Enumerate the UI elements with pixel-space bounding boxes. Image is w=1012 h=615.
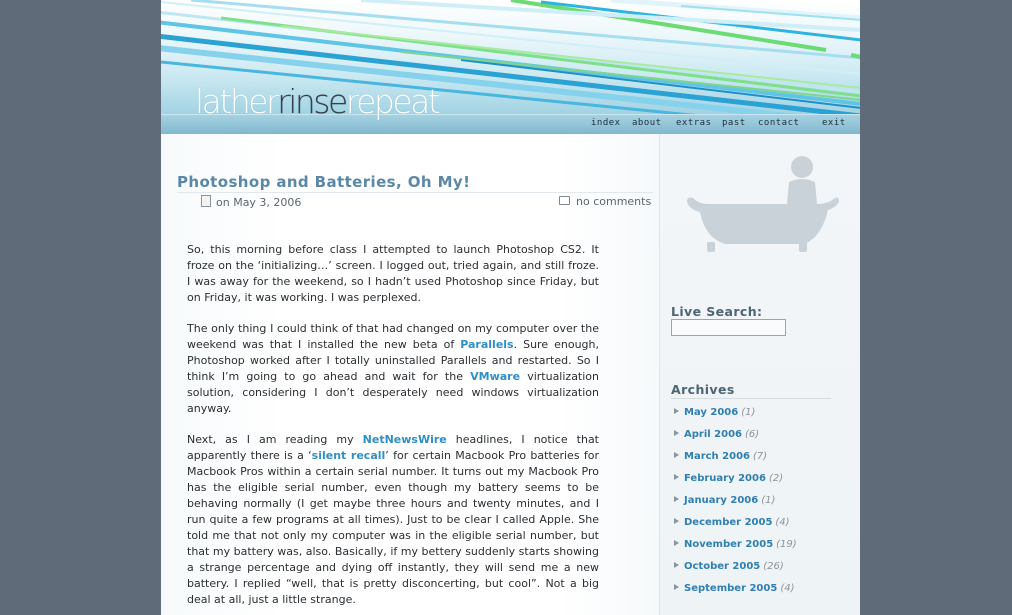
- text: Next, as I am reading my: [187, 433, 363, 446]
- archive-list: May 2006 (1) April 2006 (6) March 2006 (7) …: [674, 406, 797, 604]
- archives-heading: Archives: [671, 382, 735, 397]
- archives-divider: [671, 398, 831, 399]
- bullet-arrow-icon: [674, 584, 679, 590]
- comments-link[interactable]: no comments: [559, 195, 651, 208]
- archive-link[interactable]: March 2006: [684, 451, 750, 462]
- archive-link[interactable]: May 2006: [684, 407, 738, 418]
- archive-item: September 2005 (4): [674, 582, 797, 604]
- post-title[interactable]: Photoshop and Batteries, Oh My!: [177, 173, 470, 191]
- archive-item: February 2006 (2): [674, 472, 797, 494]
- post-paragraph-1: So, this morning before class I attempte…: [187, 243, 599, 304]
- archive-link[interactable]: December 2005: [684, 517, 772, 528]
- bathtub-icon: [687, 156, 839, 252]
- page: latherrinserepeat index about extras pas…: [161, 0, 860, 615]
- link-netnewswire[interactable]: NetNewsWire: [363, 433, 447, 446]
- text: ’ for certain Macbook Pro batteries for …: [187, 449, 599, 606]
- nav-contact[interactable]: contact: [758, 118, 822, 128]
- bullet-arrow-icon: [674, 408, 679, 414]
- comments-count: no comments: [576, 195, 652, 208]
- nav-past[interactable]: past: [722, 118, 758, 128]
- archive-count: (19): [776, 539, 797, 550]
- bullet-arrow-icon: [674, 496, 679, 502]
- bullet-arrow-icon: [674, 452, 679, 458]
- archive-link[interactable]: October 2005: [684, 561, 760, 572]
- logo-text-lather: lather: [195, 82, 280, 121]
- bullet-arrow-icon: [674, 474, 679, 480]
- bullet-arrow-icon: [674, 540, 679, 546]
- link-silent-recall[interactable]: silent recall: [312, 449, 386, 462]
- archive-link[interactable]: September 2005: [684, 583, 777, 594]
- archive-link[interactable]: April 2006: [684, 429, 742, 440]
- sidebar: Live Search: Archives May 2006 (1) April …: [659, 134, 860, 615]
- main-content: Photoshop and Batteries, Oh My! on May 3…: [161, 134, 659, 615]
- archive-count: (1): [761, 495, 776, 506]
- live-search-heading: Live Search:: [671, 304, 763, 319]
- logo-text-repeat: repeat: [345, 82, 441, 121]
- live-search-input[interactable]: [671, 319, 786, 336]
- main-nav: index about extras past contact exit: [591, 118, 852, 128]
- archive-item: November 2005 (19): [674, 538, 797, 560]
- post-date: on May 3, 2006: [216, 196, 302, 209]
- archive-link[interactable]: November 2005: [684, 539, 773, 550]
- archive-item: January 2006 (1): [674, 494, 797, 516]
- archive-count: (1): [741, 407, 756, 418]
- archive-count: (6): [745, 429, 760, 440]
- archive-item: April 2006 (6): [674, 428, 797, 450]
- archive-count: (4): [775, 517, 790, 528]
- title-divider: [177, 192, 653, 193]
- post-paragraph-3: Next, as I am reading my NetNewsWire hea…: [187, 432, 599, 608]
- nav-index[interactable]: index: [591, 118, 632, 128]
- post-meta: on May 3, 2006: [201, 195, 301, 209]
- archive-item: May 2006 (1): [674, 406, 797, 428]
- site-logo[interactable]: latherrinserepeat: [195, 82, 441, 126]
- nav-extras[interactable]: extras: [676, 118, 722, 128]
- site-header: latherrinserepeat index about extras pas…: [161, 0, 860, 134]
- archive-count: (26): [763, 561, 784, 572]
- archive-link[interactable]: February 2006: [684, 473, 766, 484]
- logo-text-rinse: rinse: [277, 82, 348, 121]
- bullet-arrow-icon: [674, 518, 679, 524]
- archive-link[interactable]: January 2006: [684, 495, 758, 506]
- post-body: So, this morning before class I attempte…: [187, 242, 599, 615]
- archive-count: (7): [753, 451, 768, 462]
- document-icon: [201, 195, 211, 207]
- nav-exit[interactable]: exit: [822, 118, 852, 128]
- archive-item: October 2005 (26): [674, 560, 797, 582]
- archive-count: (4): [780, 583, 795, 594]
- comment-bubble-icon: [559, 196, 570, 205]
- link-parallels[interactable]: Parallels: [460, 338, 513, 351]
- archive-item: March 2006 (7): [674, 450, 797, 472]
- bullet-arrow-icon: [674, 430, 679, 436]
- post-paragraph-2: The only thing I could think of that had…: [187, 321, 599, 417]
- archive-count: (2): [768, 473, 784, 484]
- archive-item: December 2005 (4): [674, 516, 797, 538]
- bullet-arrow-icon: [674, 562, 679, 568]
- link-vmware[interactable]: VMware: [470, 370, 520, 383]
- nav-about[interactable]: about: [632, 118, 676, 128]
